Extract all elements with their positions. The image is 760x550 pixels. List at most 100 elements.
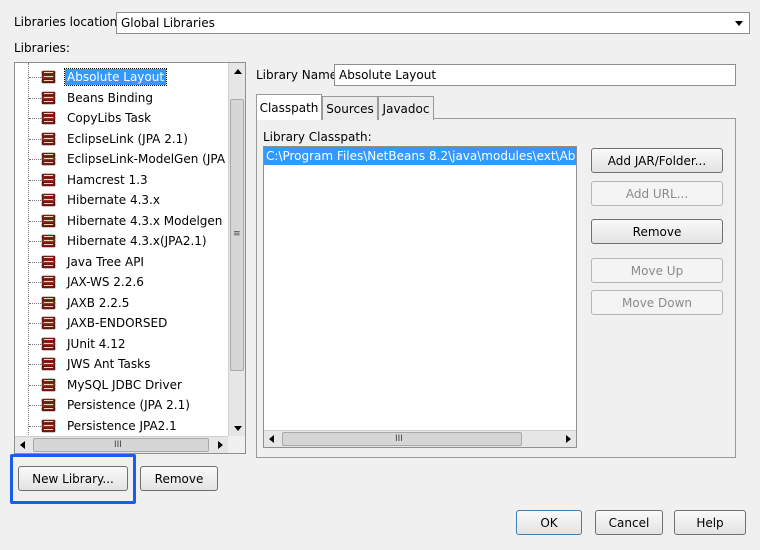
library-item[interactable]: Absolute Layout [15,67,229,87]
library-item[interactable]: JUnit 4.12 [15,334,229,354]
library-item[interactable]: Persistence JPA2.1 [15,416,229,436]
library-books-icon [41,90,57,106]
library-item[interactable]: EclipseLink-ModelGen (JPA 2. [15,149,240,169]
library-item[interactable]: JAXB 2.2.5 [15,293,229,313]
library-item[interactable]: Hibernate 4.3.x Modelgen [15,211,229,231]
library-books-icon [41,213,57,229]
library-item[interactable]: Hibernate 4.3.x [15,190,229,210]
libraries-location-value: Global Libraries [121,16,215,30]
libraries-label: Libraries: [14,41,70,55]
library-books-icon [41,274,57,290]
chevron-down-icon[interactable] [735,21,743,26]
arrow-down-icon [234,426,242,431]
library-item-label: Hamcrest 1.3 [67,172,148,187]
library-item[interactable]: Hibernate 4.3.x(JPA2.1) [15,231,229,251]
tree-connector [29,282,41,283]
scroll-up-button[interactable] [229,63,245,80]
library-item[interactable]: EclipseLink (JPA 2.1) [15,129,229,149]
scroll-right-button[interactable] [211,437,228,453]
libraries-scroll-thumb[interactable]: ≡ [230,99,244,371]
tree-connector [29,179,41,181]
classpath-list[interactable]: C:\Program Files\NetBeans 8.2\java\modul… [263,146,577,448]
help-button[interactable]: Help [674,510,746,535]
library-item-label: EclipseLink-ModelGen (JPA 2. [67,152,241,166]
library-books-icon [41,131,57,147]
library-item[interactable]: JWS Ant Tasks [15,354,229,374]
tree-connector [29,77,41,78]
arrow-left-icon [20,441,25,449]
library-item-label: CopyLibs Task [67,111,152,125]
tree-connector [29,384,41,386]
tree-connector [29,97,41,99]
library-item[interactable]: Hamcrest 1.3 [15,170,229,190]
libraries-vertical-scrollbar[interactable]: ≡ [228,63,245,437]
library-item-label: JAX-WS 2.2.6 [67,275,144,289]
add-url-button[interactable]: Add URL... [591,181,723,206]
tab-javadoc[interactable]: Javadoc [378,96,434,120]
add-jar-folder-button[interactable]: Add JAR/Folder... [591,148,723,173]
libraries-tree[interactable]: Absolute Layout Beans Binding CopyLibs Tas… [14,62,246,454]
libraries-hscroll-thumb[interactable]: III [33,438,209,452]
libraries-location-label: Libraries location: [14,15,122,29]
library-item-label: JAXB-ENDORSED [67,316,168,330]
library-item[interactable]: JAX-WS 2.2.6 [15,272,229,292]
arrow-up-icon [234,69,242,74]
library-item-label: EclipseLink (JPA 2.1) [67,131,188,146]
tab-sources[interactable]: Sources [322,96,378,120]
library-name-label: Library Name: [256,68,342,82]
classpath-horizontal-scrollbar[interactable]: III [264,430,576,447]
library-item-label: Absolute Layout [63,68,168,86]
library-books-icon [41,295,57,311]
library-books-icon [41,254,57,270]
library-books-icon [41,397,57,413]
library-item-label: Persistence (JPA 2.1) [67,398,190,412]
library-item[interactable]: Persistence (JPA 2.1) [15,395,229,415]
library-books-icon [41,110,57,126]
library-classpath-label: Library Classpath: [263,130,372,144]
library-item-label: Hibernate 4.3.x Modelgen [67,213,223,228]
scroll-down-button[interactable] [229,420,245,437]
tree-connector [29,200,41,201]
ok-button[interactable]: OK [516,510,582,535]
library-item[interactable]: CopyLibs Task [15,108,229,128]
library-books-icon [41,192,57,208]
library-item-label: MySQL JDBC Driver [67,377,182,392]
tree-connector [29,220,41,222]
tree-connector [29,302,41,304]
tree-connector [29,405,41,406]
tree-connector [29,343,41,345]
scroll-left-button[interactable] [264,431,281,447]
move-up-button[interactable]: Move Up [591,258,723,283]
tree-connector [29,323,41,324]
library-item[interactable]: Java Tree API [15,252,229,272]
move-down-button[interactable]: Move Down [591,290,723,315]
library-item[interactable]: Beans Binding [15,88,229,108]
library-books-icon [41,69,57,85]
library-item[interactable]: JAXB-ENDORSED [15,313,229,333]
tree-connector [29,241,41,242]
arrow-left-icon [269,435,274,443]
library-item[interactable]: MySQL JDBC Driver [15,375,229,395]
library-item-label: JWS Ant Tasks [67,357,151,371]
grip-icon: III [114,440,122,450]
new-library-button[interactable]: New Library... [18,466,128,491]
scroll-left-button[interactable] [15,437,32,453]
tree-connector [29,159,41,160]
library-books-icon [41,151,57,167]
classpath-item[interactable]: C:\Program Files\NetBeans 8.2\java\modul… [264,147,576,165]
remove-library-button[interactable]: Remove [140,466,218,491]
library-name-field[interactable]: Absolute Layout [334,64,736,86]
libraries-location-combo[interactable]: Global Libraries [116,12,750,34]
scroll-right-button[interactable] [559,431,576,447]
grip-icon: ≡ [233,229,241,239]
tab-classpath[interactable]: Classpath [256,94,322,120]
library-item-label: Java Tree API [67,254,144,269]
libraries-horizontal-scrollbar[interactable]: III [15,436,228,453]
arrow-right-icon [566,435,571,443]
tree-connector [29,261,41,263]
cancel-button[interactable]: Cancel [595,510,663,535]
library-books-icon [41,377,57,393]
classpath-hscroll-thumb[interactable]: III [282,432,522,446]
remove-classpath-button[interactable]: Remove [591,219,723,244]
library-item-label: JAXB 2.2.5 [67,295,130,310]
